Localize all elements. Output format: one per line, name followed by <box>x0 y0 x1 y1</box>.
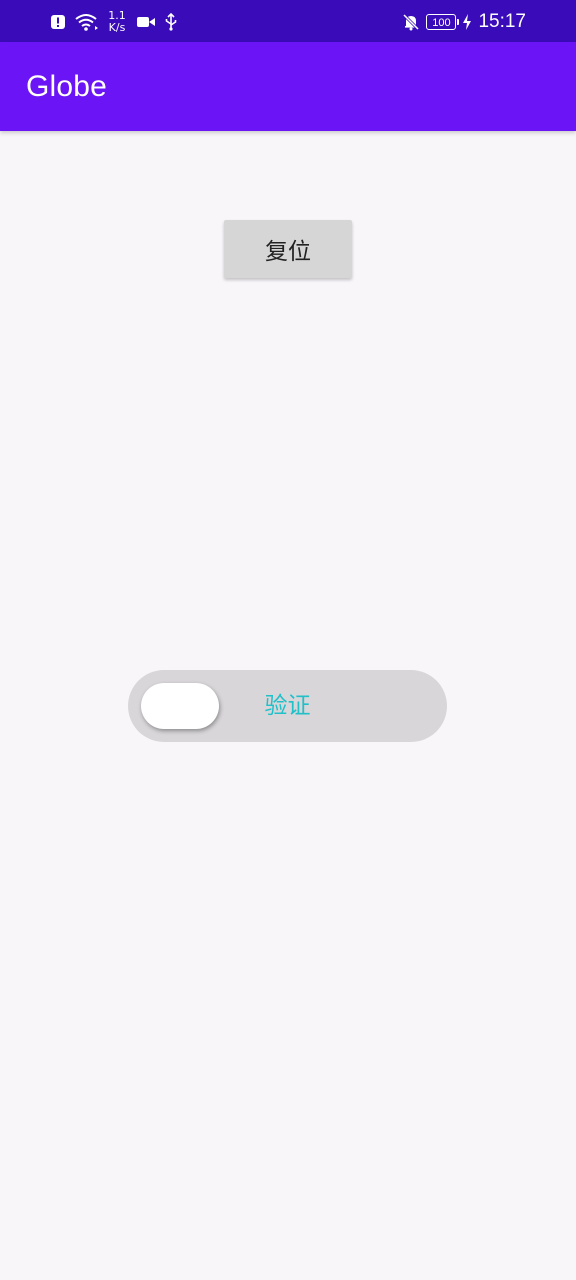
usb-icon <box>164 13 178 31</box>
wifi-icon <box>74 12 98 32</box>
network-speed: 1.1 K/s <box>106 10 128 34</box>
charging-bolt-icon <box>462 13 472 31</box>
status-clock: 15:17 <box>478 11 526 32</box>
reset-button[interactable]: 复位 <box>224 220 352 278</box>
video-camera-icon <box>136 15 156 29</box>
network-speed-unit: K/s <box>108 21 126 34</box>
status-bar: 1.1 K/s 100 15:17 <box>0 0 576 42</box>
slide-verify-handle[interactable] <box>141 683 219 729</box>
battery-indicator: 100 <box>426 14 460 30</box>
app-bar: Globe <box>0 42 576 131</box>
app-title: Globe <box>26 70 108 103</box>
slide-verify-track[interactable]: 验证 <box>128 670 447 742</box>
notifications-off-icon <box>402 13 420 31</box>
status-left-group: 1.1 K/s <box>50 8 178 36</box>
alert-icon <box>50 14 66 30</box>
status-right-group: 100 15:17 <box>402 8 526 36</box>
